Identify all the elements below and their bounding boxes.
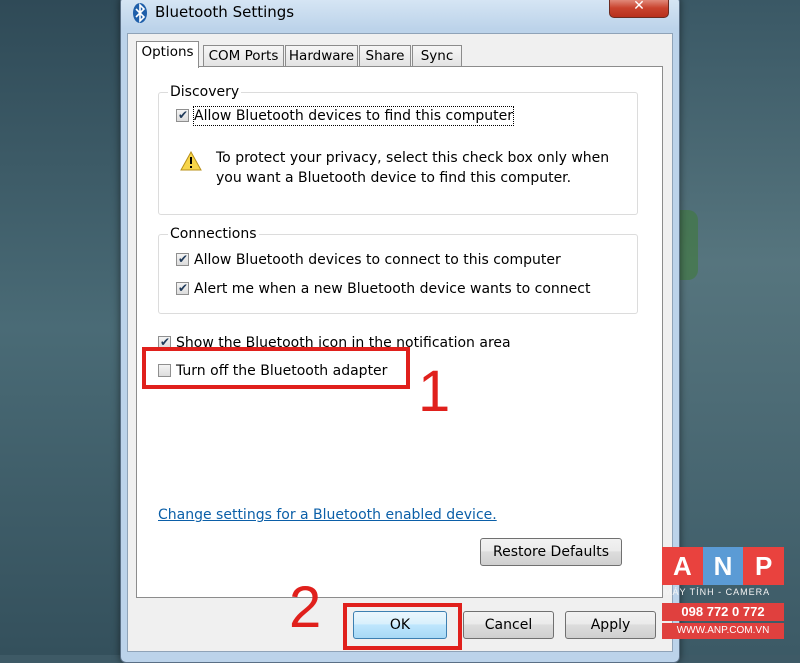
allow-connect-checkbox[interactable]	[176, 251, 189, 267]
connections-group: Connections Allow Bluetooth devices to c…	[158, 225, 638, 314]
anp-logo: A N P	[662, 547, 785, 585]
logo-letter-a: A	[662, 547, 703, 585]
watermark-phone: 098 772 0 772	[662, 603, 784, 621]
tab-com-ports[interactable]: COM Ports	[203, 45, 284, 67]
watermark-url: WWW.ANP.COM.VN	[662, 623, 784, 639]
anp-watermark: A N P MÁY TÍNH - CAMERA 098 772 0 772 WW…	[662, 547, 785, 642]
discovery-group: Discovery Allow Bluetooth devices to fin…	[158, 83, 638, 215]
background-left	[0, 0, 122, 655]
annotation-box-turn-off	[142, 347, 410, 389]
title-bar[interactable]: Bluetooth Settings ✕	[121, 0, 679, 29]
alert-me-label: Alert me when a new Bluetooth device wan…	[194, 281, 591, 297]
allow-find-checkbox[interactable]	[176, 107, 189, 123]
change-device-settings-link[interactable]: Change settings for a Bluetooth enabled …	[158, 507, 497, 523]
close-icon: ✕	[633, 0, 645, 14]
cancel-button[interactable]: Cancel	[463, 611, 554, 639]
allow-find-label: Allow Bluetooth devices to find this com…	[192, 106, 515, 126]
annotation-step-1: 1	[418, 359, 451, 424]
privacy-warning-line-2: you want a Bluetooth device to find this…	[216, 170, 572, 186]
tab-hardware[interactable]: Hardware	[285, 45, 358, 67]
restore-defaults-button[interactable]: Restore Defaults	[480, 538, 622, 566]
allow-connect-label: Allow Bluetooth devices to connect to th…	[194, 252, 561, 268]
window-title: Bluetooth Settings	[155, 3, 295, 21]
dialog-client-area: Options COM Ports Hardware Share Sync Di…	[127, 33, 673, 652]
logo-letter-n: N	[702, 547, 744, 585]
tab-options[interactable]: Options	[136, 41, 199, 68]
tab-share[interactable]: Share	[359, 45, 411, 67]
options-panel: Discovery Allow Bluetooth devices to fin…	[136, 66, 663, 598]
warning-icon	[180, 151, 202, 171]
alert-me-checkbox[interactable]	[176, 280, 189, 296]
bluetooth-icon	[133, 3, 147, 23]
apply-button[interactable]: Apply	[565, 611, 656, 639]
tab-sync[interactable]: Sync	[412, 45, 462, 67]
bluetooth-settings-window: Bluetooth Settings ✕ Options COM Ports H…	[120, 0, 680, 663]
discovery-group-title: Discovery	[168, 83, 242, 101]
annotation-box-ok	[343, 603, 462, 650]
close-button[interactable]: ✕	[609, 0, 669, 18]
connections-group-title: Connections	[168, 225, 259, 243]
logo-letter-p: P	[743, 547, 785, 585]
privacy-warning-line-1: To protect your privacy, select this che…	[216, 150, 610, 166]
annotation-step-2: 2	[289, 575, 322, 640]
watermark-subtitle: MÁY TÍNH - CAMERA	[664, 587, 771, 597]
